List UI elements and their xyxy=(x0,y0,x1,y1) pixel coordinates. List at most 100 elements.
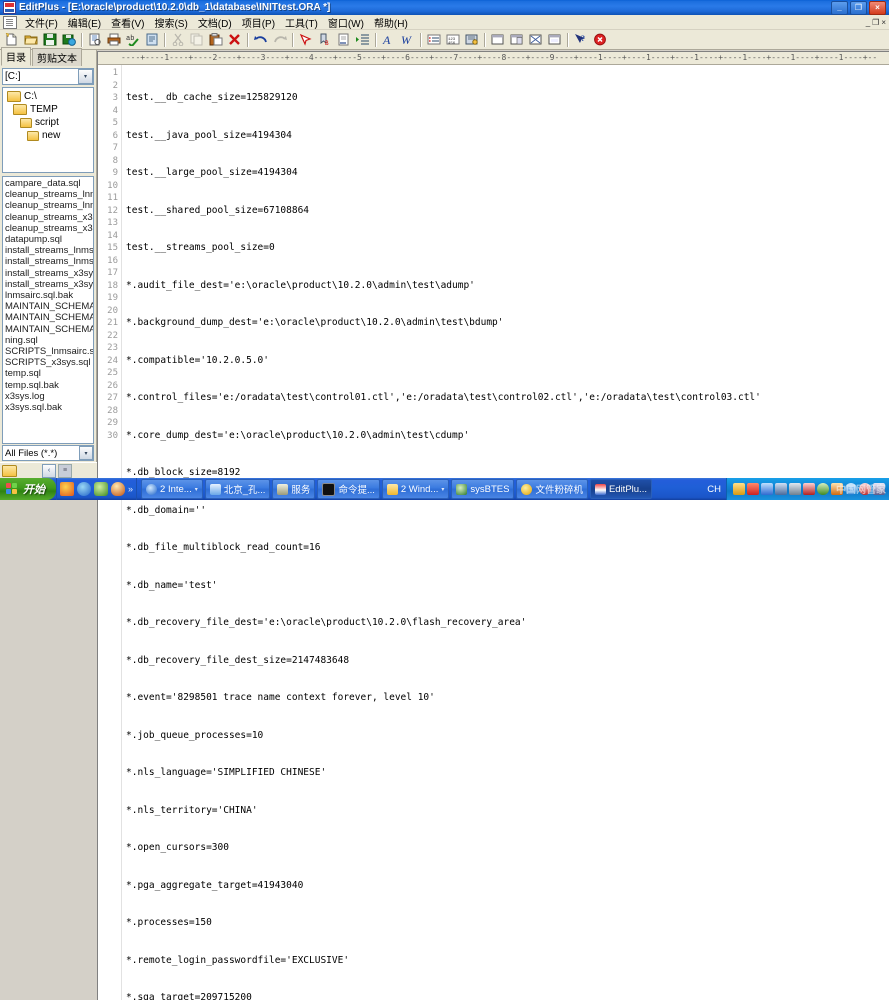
menu-project[interactable]: 项目(P) xyxy=(237,14,280,31)
list-item[interactable]: MAINTAIN_SCHEMAS_SCR xyxy=(5,324,93,335)
spellcheck-icon[interactable]: ab xyxy=(123,31,142,48)
find-replace-icon[interactable]: W xyxy=(398,31,417,48)
wordwrap-icon[interactable] xyxy=(142,31,161,48)
folder-tree[interactable]: C:\ TEMP script new xyxy=(2,87,94,173)
inner-minimize-button[interactable]: _ xyxy=(866,18,870,27)
media-player-icon[interactable] xyxy=(60,482,74,496)
goto-icon[interactable] xyxy=(334,31,353,48)
save-all-icon[interactable] xyxy=(59,31,78,48)
editor-area[interactable]: 1 2 3 4 5 6 7 8 9 10 11 12 13 14 15 16 1… xyxy=(98,65,889,1000)
task-button[interactable]: 命令提... xyxy=(317,479,380,499)
menu-search[interactable]: 搜索(S) xyxy=(149,14,192,31)
nav-list-icon[interactable]: ≡ xyxy=(58,463,72,478)
find-icon[interactable]: A xyxy=(379,31,398,48)
tab-cliptext[interactable]: 剪贴文本 xyxy=(32,48,82,66)
menu-file[interactable]: 文件(F) xyxy=(20,14,63,31)
properties-icon[interactable] xyxy=(462,31,481,48)
tree-node[interactable]: C:\ xyxy=(5,90,93,103)
menu-window[interactable]: 窗口(W) xyxy=(323,14,369,31)
list-item[interactable]: MAINTAIN_SCHEMAS_SCR xyxy=(5,312,93,323)
menu-tools[interactable]: 工具(T) xyxy=(280,14,323,31)
list-item[interactable]: SCRIPTS_lnmsairc.sql xyxy=(5,346,93,357)
tree-node-selected[interactable]: new xyxy=(5,129,93,142)
tray-icon-lock[interactable] xyxy=(733,483,745,495)
menu-edit[interactable]: 编辑(E) xyxy=(63,14,106,31)
undo-icon[interactable] xyxy=(251,31,270,48)
list-item[interactable]: temp.sql xyxy=(5,368,93,379)
task-button[interactable]: 2 Wind... ▾ xyxy=(381,479,450,499)
print-preview-icon[interactable] xyxy=(85,31,104,48)
task-button[interactable]: 北京_孔... xyxy=(204,479,271,499)
menu-help[interactable]: 帮助(H) xyxy=(369,14,413,31)
tray-icon-alert[interactable] xyxy=(803,483,815,495)
tree-node[interactable]: TEMP xyxy=(5,103,93,116)
list-item[interactable]: x3sys.log xyxy=(5,391,93,402)
list-item[interactable]: cleanup_streams_x3sys.sql xyxy=(5,212,93,223)
list-item[interactable]: campare_data.sql xyxy=(5,178,93,189)
line-number-icon[interactable] xyxy=(424,31,443,48)
list-item[interactable]: cleanup_streams_lnmsairc.sql xyxy=(5,189,93,200)
inner-restore-button[interactable]: ❐ xyxy=(872,18,879,27)
list-item[interactable]: cleanup_streams_x3sys_env. xyxy=(5,223,93,234)
list-item[interactable]: temp.sql.bak xyxy=(5,380,93,391)
task-button[interactable]: 服务 xyxy=(272,479,316,499)
window-tile-icon[interactable] xyxy=(507,31,526,48)
list-item[interactable]: cleanup_streams_lnmsairc.env xyxy=(5,200,93,211)
task-button[interactable]: 文件粉碎机 xyxy=(516,479,588,499)
tray-icon-sync[interactable] xyxy=(817,483,829,495)
close-button[interactable]: × xyxy=(869,0,886,15)
nav-back-icon[interactable]: ‹ xyxy=(42,463,56,478)
start-button[interactable]: 开始 xyxy=(0,478,56,500)
print-icon[interactable] xyxy=(104,31,123,48)
redo-icon[interactable] xyxy=(270,31,289,48)
help-pointer-icon[interactable]: ? xyxy=(571,31,590,48)
list-item[interactable]: install_streams_x3sys_new.s xyxy=(5,279,93,290)
browser-icon[interactable] xyxy=(77,482,91,496)
tray-icon-disconnect[interactable] xyxy=(789,483,801,495)
chevron-down-icon[interactable]: ▾ xyxy=(195,486,198,493)
task-button-active[interactable]: EditPlu... xyxy=(589,479,652,499)
code-content[interactable]: test.__db_cache_size=125829120 test.__ja… xyxy=(122,65,889,1000)
chevron-down-icon[interactable]: ▾ xyxy=(441,486,444,493)
paste-icon[interactable] xyxy=(206,31,225,48)
tab-directory[interactable]: 目录 xyxy=(1,47,31,66)
drive-select[interactable]: [C:] ▾ xyxy=(2,68,94,85)
more-chevron-icon[interactable]: » xyxy=(128,484,133,494)
list-item[interactable]: MAINTAIN_SCHEMAS_SCR xyxy=(5,301,93,312)
list-item[interactable]: ning.sql xyxy=(5,335,93,346)
window-arrange-icon[interactable] xyxy=(526,31,545,48)
indent-icon[interactable] xyxy=(353,31,372,48)
list-item[interactable]: install_streams_x3sys.sql xyxy=(5,268,93,279)
tray-icon-users[interactable] xyxy=(775,483,787,495)
list-item[interactable]: SCRIPTS_x3sys.sql xyxy=(5,357,93,368)
file-filter-select[interactable]: All Files (*.*) ▾ xyxy=(2,445,94,461)
window-single-icon[interactable] xyxy=(545,31,564,48)
menu-document[interactable]: 文档(D) xyxy=(193,14,237,31)
copy-icon[interactable] xyxy=(187,31,206,48)
close-doc-icon[interactable] xyxy=(590,31,609,48)
save-file-icon[interactable] xyxy=(40,31,59,48)
task-button[interactable]: sysBTES xyxy=(451,479,515,499)
window-cascade-icon[interactable] xyxy=(488,31,507,48)
tree-node[interactable]: script xyxy=(5,116,93,129)
task-button[interactable]: 2 Inte... ▾ xyxy=(141,479,203,499)
messenger-icon[interactable] xyxy=(94,482,108,496)
file-list[interactable]: campare_data.sql cleanup_streams_lnmsair… xyxy=(2,176,94,444)
delete-icon[interactable] xyxy=(225,31,244,48)
list-item[interactable]: lnmsairc.sql.bak xyxy=(5,290,93,301)
tray-icon-antivirus[interactable] xyxy=(747,483,759,495)
list-item[interactable]: install_streams_lnmsairc.sql xyxy=(5,245,93,256)
list-item[interactable]: install_streams_lnmsairc_new xyxy=(5,256,93,267)
tray-icon-network[interactable] xyxy=(761,483,773,495)
maximize-button[interactable]: ❐ xyxy=(850,0,867,15)
penguin-icon[interactable] xyxy=(111,482,125,496)
list-item[interactable]: datapump.sql xyxy=(5,234,93,245)
list-item[interactable]: x3sys.sql.bak xyxy=(5,402,93,413)
menu-view[interactable]: 查看(V) xyxy=(106,14,149,31)
minimize-button[interactable]: _ xyxy=(831,0,848,15)
inner-close-button[interactable]: × xyxy=(881,18,886,27)
bookmark-icon[interactable]: B xyxy=(315,31,334,48)
browser-preview-icon[interactable] xyxy=(296,31,315,48)
open-file-icon[interactable] xyxy=(21,31,40,48)
chevron-down-icon[interactable]: ▾ xyxy=(79,446,93,460)
